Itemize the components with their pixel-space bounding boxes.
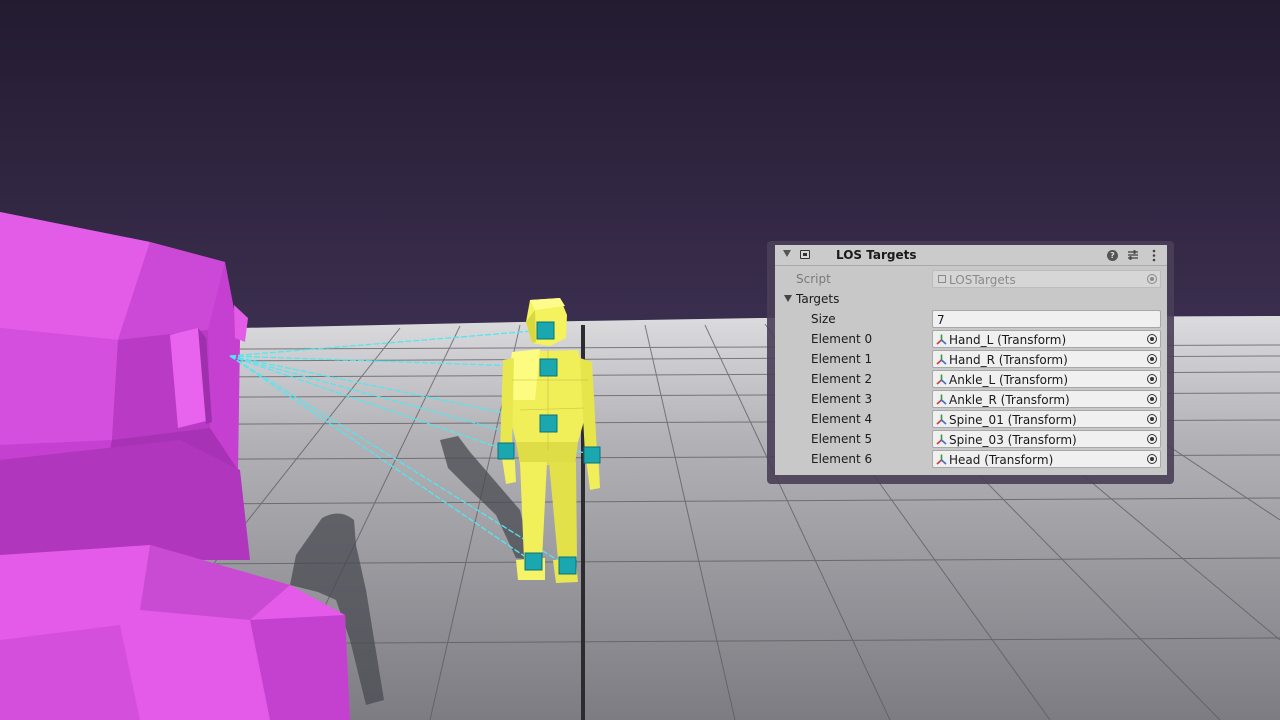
element-row: Element 4 Spine_01 (Transform)	[775, 409, 1167, 429]
inspector-component-panel: LOS Targets ? Script LOSTargets Targets …	[775, 245, 1167, 475]
element-label: Element 0	[811, 332, 873, 346]
element-object-field[interactable]: Ankle_L (Transform)	[932, 370, 1161, 388]
object-picker-icon	[1147, 274, 1157, 284]
element-value: Spine_03 (Transform)	[949, 433, 1077, 447]
script-row: Script LOSTargets	[775, 269, 1167, 289]
element-label: Element 5	[811, 432, 873, 446]
object-picker-icon[interactable]	[1147, 454, 1157, 464]
element-row: Element 2 Ankle_L (Transform)	[775, 369, 1167, 389]
triangle-down-icon[interactable]	[783, 250, 791, 257]
object-picker-icon[interactable]	[1147, 334, 1157, 344]
element-value: Spine_01 (Transform)	[949, 413, 1077, 427]
component-header[interactable]: LOS Targets ?	[775, 245, 1167, 266]
transform-axes-icon	[936, 374, 947, 385]
transform-axes-icon	[936, 394, 947, 405]
presets-icon[interactable]	[1127, 249, 1139, 261]
object-picker-icon[interactable]	[1147, 374, 1157, 384]
transform-axes-icon	[936, 414, 947, 425]
foldout-triangle-icon[interactable]	[784, 295, 792, 302]
element-row: Element 3 Ankle_R (Transform)	[775, 389, 1167, 409]
element-label: Element 2	[811, 372, 873, 386]
element-object-field[interactable]: Spine_01 (Transform)	[932, 410, 1161, 428]
size-input[interactable]: 7	[932, 310, 1161, 328]
component-icon	[800, 250, 810, 259]
targets-label: Targets	[796, 292, 840, 306]
element-value: Ankle_R (Transform)	[949, 393, 1070, 407]
transform-axes-icon	[936, 434, 947, 445]
transform-axes-icon	[936, 454, 947, 465]
object-picker-icon[interactable]	[1147, 354, 1157, 364]
kebab-menu-icon[interactable]	[1152, 249, 1156, 262]
element-row: Element 1 Hand_R (Transform)	[775, 349, 1167, 369]
element-value: Head (Transform)	[949, 453, 1054, 467]
targets-foldout[interactable]: Targets	[775, 289, 1167, 309]
element-object-field[interactable]: Hand_L (Transform)	[932, 330, 1161, 348]
script-label: Script	[796, 272, 831, 286]
component-title: LOS Targets	[836, 248, 917, 262]
transform-axes-icon	[936, 354, 947, 365]
element-object-field[interactable]: Head (Transform)	[932, 450, 1161, 468]
help-icon[interactable]: ?	[1107, 250, 1118, 261]
element-object-field[interactable]: Hand_R (Transform)	[932, 350, 1161, 368]
script-value: LOSTargets	[949, 273, 1016, 287]
element-row: Element 0 Hand_L (Transform)	[775, 329, 1167, 349]
element-value: Hand_L (Transform)	[949, 333, 1067, 347]
element-label: Element 1	[811, 352, 873, 366]
object-picker-icon[interactable]	[1147, 414, 1157, 424]
object-picker-icon[interactable]	[1147, 394, 1157, 404]
element-label: Element 3	[811, 392, 873, 406]
element-label: Element 6	[811, 452, 873, 466]
element-label: Element 4	[811, 412, 873, 426]
size-row: Size 7	[775, 309, 1167, 329]
element-object-field[interactable]: Ankle_R (Transform)	[932, 390, 1161, 408]
object-picker-icon[interactable]	[1147, 434, 1157, 444]
element-row: Element 6 Head (Transform)	[775, 449, 1167, 469]
element-value: Ankle_L (Transform)	[949, 373, 1069, 387]
element-object-field[interactable]: Spine_03 (Transform)	[932, 430, 1161, 448]
size-value: 7	[937, 313, 945, 327]
element-value: Hand_R (Transform)	[949, 353, 1068, 367]
size-label: Size	[811, 312, 836, 326]
script-field: LOSTargets	[932, 270, 1161, 288]
script-icon	[938, 275, 946, 283]
element-row: Element 5 Spine_03 (Transform)	[775, 429, 1167, 449]
transform-axes-icon	[936, 334, 947, 345]
